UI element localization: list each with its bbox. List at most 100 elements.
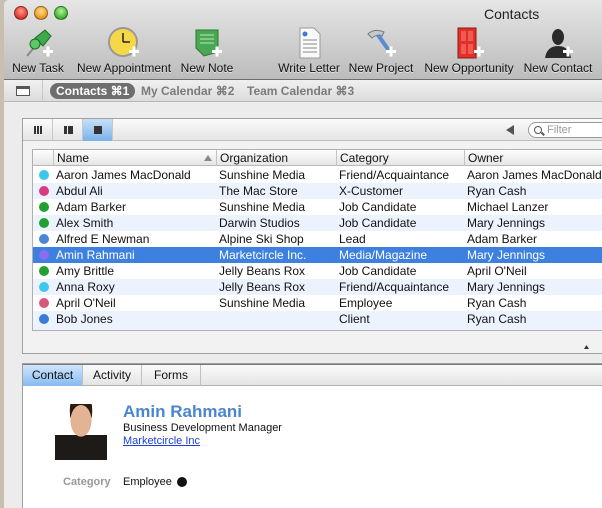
table-row[interactable]: Alfred E Newman Alpine Ski Shop Lead Adam B… xyxy=(33,231,602,247)
cell-owner: Mary Jennings xyxy=(467,280,546,294)
cell-owner: Aaron James MacDonald xyxy=(467,168,602,182)
contact-photo xyxy=(55,404,107,460)
table-row[interactable]: Bob Jones Client Ryan Cash xyxy=(33,311,602,327)
write-letter-label: Write Letter xyxy=(278,61,340,75)
sidebar-toggle-icon[interactable] xyxy=(16,86,30,96)
table-row[interactable]: Amy Brittle Jelly Beans Rox Job Candidate A… xyxy=(33,263,602,279)
cell-category: Employee xyxy=(339,296,393,310)
filter-placeholder: Filter xyxy=(547,124,572,136)
new-contact-label: New Contact xyxy=(523,61,593,75)
resize-grip-icon[interactable] xyxy=(584,345,589,349)
tab-forms[interactable]: Forms xyxy=(142,365,201,386)
cell-organization: Sunshine Media xyxy=(219,200,306,214)
new-task-button[interactable]: New Task xyxy=(10,26,66,76)
letter-icon xyxy=(299,27,321,59)
module-bar: Contacts ⌘1 My Calendar ⌘2 Team Calendar… xyxy=(4,80,602,102)
cell-owner: Mary Jennings xyxy=(467,216,546,230)
column-header-category[interactable]: Category xyxy=(336,150,464,166)
zoom-button[interactable] xyxy=(54,6,68,20)
cell-organization xyxy=(219,311,336,327)
single-column-view-button[interactable] xyxy=(83,119,113,141)
detail-tabs: Contact Activity Forms xyxy=(23,364,602,386)
table-row[interactable]: Abdul Ali The Mac Store X-Customer Ryan Cas… xyxy=(33,183,602,199)
cell-category: Job Candidate xyxy=(339,200,417,214)
cell-organization: Sunshine Media xyxy=(219,168,306,182)
table-row[interactable] xyxy=(33,327,602,330)
cell-organization: Sunshine Media xyxy=(219,296,306,310)
table-row[interactable]: Amin Rahmani Marketcircle Inc. Media/Magaz… xyxy=(33,247,602,263)
cell-name: Anna Roxy xyxy=(56,280,115,294)
hammer-icon xyxy=(367,29,396,57)
category-color-dot xyxy=(39,250,49,260)
category-label: Category xyxy=(63,476,111,488)
contacts-list-panel: Filter Name Organization Category Owner … xyxy=(22,118,602,354)
tab-contacts[interactable]: Contacts ⌘1 xyxy=(50,83,136,99)
table-row[interactable]: Adam Barker Sunshine Media Job Candidate Mi… xyxy=(33,199,602,215)
tab-activity[interactable]: Activity xyxy=(83,365,142,386)
cell-name: Amin Rahmani xyxy=(56,248,135,262)
close-button[interactable] xyxy=(14,6,28,20)
table-row[interactable]: Alex Smith Darwin Studios Job Candidate Mar… xyxy=(33,215,602,231)
new-opportunity-button[interactable]: New Opportunity xyxy=(422,26,516,76)
category-color-dot xyxy=(39,234,49,244)
clock-icon xyxy=(108,27,139,57)
person-icon xyxy=(545,29,573,58)
tab-contact[interactable]: Contact xyxy=(23,365,83,386)
split-view-handle[interactable] xyxy=(23,341,602,355)
window-title: Contacts xyxy=(484,6,540,22)
write-letter-button[interactable]: Write Letter xyxy=(276,26,342,76)
new-opportunity-label: New Opportunity xyxy=(424,61,514,75)
back-arrow-icon[interactable] xyxy=(506,125,514,135)
new-contact-button[interactable]: New Contact xyxy=(522,26,594,76)
search-icon xyxy=(534,126,542,134)
cell-organization: Jelly Beans Rox xyxy=(219,280,306,294)
table-row[interactable]: Anna Roxy Jelly Beans Rox Friend/Acquainta… xyxy=(33,279,602,295)
new-appointment-button[interactable]: New Appointment xyxy=(74,26,174,76)
table-row[interactable]: Aaron James MacDonald Sunshine Media Frien… xyxy=(33,167,602,183)
tab-team-calendar[interactable]: Team Calendar ⌘3 xyxy=(241,83,360,99)
table-header: Name Organization Category Owner xyxy=(33,150,602,166)
contact-organization-link[interactable]: Marketcircle Inc xyxy=(123,435,200,447)
cell-category: Friend/Acquaintance xyxy=(339,168,450,182)
cell-name: April O'Neil xyxy=(56,296,116,310)
cell-name: Amy Brittle xyxy=(56,264,115,278)
contacts-table: Name Organization Category Owner Aaron J… xyxy=(32,149,602,331)
cell-category: Job Candidate xyxy=(339,264,417,278)
column-header-name[interactable]: Name xyxy=(53,150,216,166)
column-header-owner[interactable]: Owner xyxy=(464,150,602,166)
minimize-button[interactable] xyxy=(34,6,48,20)
new-note-button[interactable]: New Note xyxy=(178,26,236,76)
three-column-view-button[interactable] xyxy=(23,119,53,141)
cell-owner: Mary Jennings xyxy=(467,248,546,262)
category-color-dot xyxy=(39,314,49,324)
title-bar: Contacts New Task New Appointment New No… xyxy=(4,0,602,80)
new-project-button[interactable]: New Project xyxy=(348,26,414,76)
cell-owner: Michael Lanzer xyxy=(467,200,549,214)
table-row[interactable]: April O'Neil Sunshine Media Employee Ryan C… xyxy=(33,295,602,311)
new-task-label: New Task xyxy=(12,61,64,75)
category-color-dot xyxy=(39,282,49,292)
new-appointment-label: New Appointment xyxy=(76,61,172,75)
cell-owner: Ryan Cash xyxy=(467,184,527,198)
category-color-dot xyxy=(39,186,49,196)
door-icon xyxy=(457,27,484,59)
divider xyxy=(42,80,43,102)
note-icon xyxy=(195,29,222,57)
cell-category: Job Candidate xyxy=(339,216,417,230)
cell-name: Abdul Ali xyxy=(56,184,103,198)
contacts-window: Contacts New Task New Appointment New No… xyxy=(4,0,602,508)
sort-ascending-icon xyxy=(204,155,212,161)
view-toolbar: Filter xyxy=(23,119,602,141)
category-value[interactable]: Employee xyxy=(123,476,172,488)
cell-category: X-Customer xyxy=(339,184,404,198)
two-column-view-button[interactable] xyxy=(53,119,83,141)
contact-detail-panel: Contact Activity Forms Amin Rahmani Busi… xyxy=(22,363,602,508)
column-header-organization[interactable]: Organization xyxy=(216,150,336,166)
contact-name: Amin Rahmani xyxy=(123,402,243,421)
filter-search-input[interactable]: Filter xyxy=(528,122,602,138)
cell-name: Adam Barker xyxy=(56,200,127,214)
new-note-label: New Note xyxy=(180,61,234,75)
tab-my-calendar[interactable]: My Calendar ⌘2 xyxy=(135,83,240,99)
cell-organization: Jelly Beans Rox xyxy=(219,264,306,278)
cell-owner: Ryan Cash xyxy=(467,296,527,310)
